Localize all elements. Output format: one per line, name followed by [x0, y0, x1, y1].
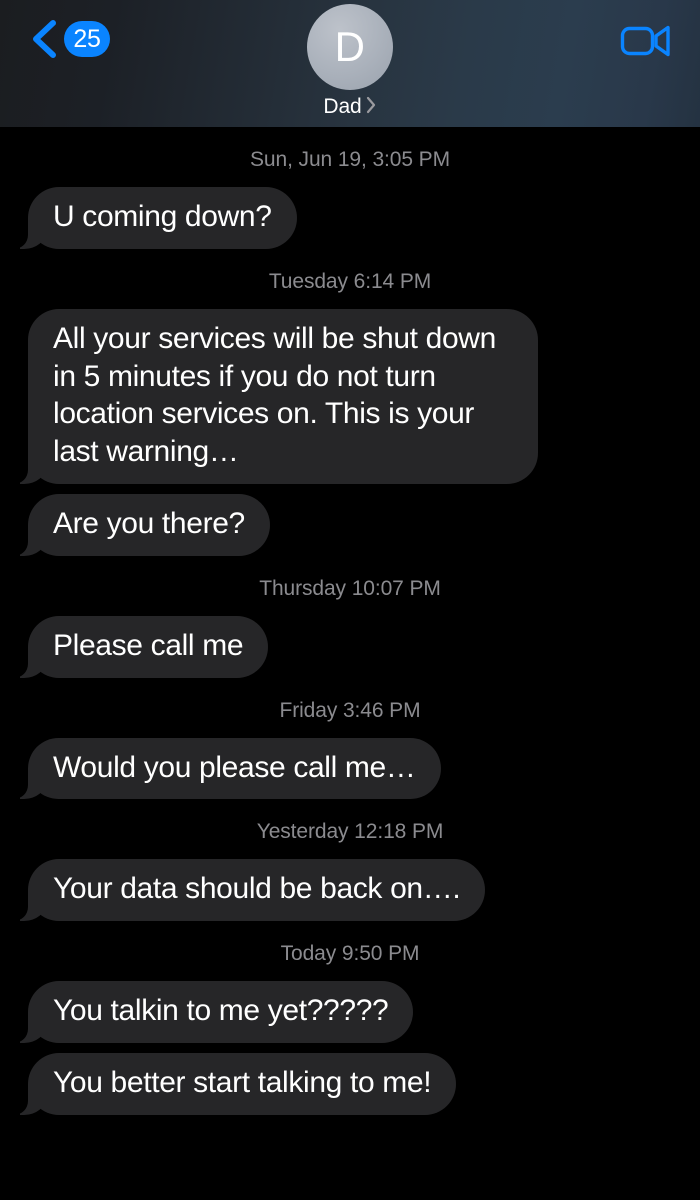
timestamp-divider: Tuesday 6:14 PM — [268, 269, 432, 293]
message-row: All your services will be shut down in 5… — [6, 308, 680, 485]
message-text: Please call me — [53, 628, 244, 662]
message-row: Are you there? — [6, 493, 680, 556]
message-row: U coming down? — [6, 187, 680, 249]
message-row: Would you please call me… — [6, 737, 680, 800]
message-text: U coming down? — [53, 200, 272, 233]
avatar[interactable]: D — [307, 4, 393, 90]
timestamp-divider: Friday 3:46 PM — [279, 698, 421, 722]
message-text: You talkin to me yet????? — [53, 994, 389, 1028]
avatar-initial: D — [334, 23, 366, 70]
message-thread[interactable]: Sun, Jun 19, 3:05 PM U coming down? Tues… — [0, 127, 700, 1200]
message-row: You better start talking to me! — [5, 1052, 680, 1115]
message-bubble-incoming[interactable]: You better start talking to me! — [5, 1052, 457, 1115]
facetime-button[interactable] — [620, 22, 672, 60]
message-bubble-incoming[interactable]: You talkin to me yet????? — [5, 981, 414, 1043]
timestamp-divider: Today 9:50 PM — [280, 942, 420, 966]
contact-name: Dad — [323, 95, 362, 118]
message-text: All your services will be shut down in 5… — [53, 321, 496, 469]
video-camera-icon — [620, 22, 672, 60]
message-bubble-incoming[interactable]: Would you please call me… — [6, 737, 441, 800]
message-bubble-incoming[interactable]: Are you there? — [6, 493, 270, 556]
message-bubble-incoming[interactable]: U coming down? — [6, 187, 297, 249]
message-bubble-incoming[interactable]: All your services will be shut down in 5… — [6, 308, 538, 485]
message-text: Would you please call me… — [53, 750, 416, 784]
message-bubble-incoming[interactable]: Please call me — [5, 615, 269, 678]
message-bubble-incoming[interactable]: Your data should be back on…. — [5, 859, 486, 922]
message-row: Your data should be back on…. — [5, 859, 680, 922]
message-text: Your data should be back on…. — [53, 872, 461, 906]
timestamp-divider: Sun, Jun 19, 3:05 PM — [250, 148, 450, 171]
timestamp-divider: Yesterday 12:18 PM — [256, 820, 444, 844]
contact-name-button[interactable]: Dad — [323, 94, 376, 120]
contact-header[interactable]: D Dad — [0, 4, 700, 120]
timestamp-divider: Thursday 10:07 PM — [259, 576, 441, 600]
message-text: You better start talking to me! — [53, 1065, 432, 1099]
message-row: Please call me — [5, 615, 680, 678]
message-text: Are you there? — [53, 506, 245, 540]
navigation-bar: 25 D Dad — [0, 0, 700, 127]
chevron-right-icon — [365, 95, 377, 120]
message-row: You talkin to me yet????? — [5, 981, 680, 1043]
